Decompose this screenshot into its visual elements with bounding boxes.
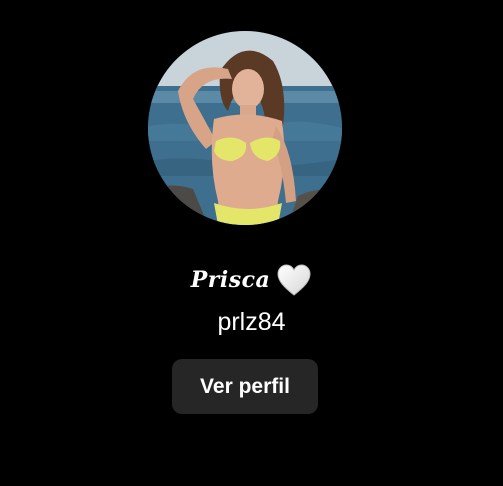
white-heart-icon	[276, 263, 312, 297]
profile-avatar[interactable]	[148, 31, 342, 225]
username: prlz84	[217, 308, 286, 336]
avatar-photo	[148, 31, 342, 225]
display-name: Prisca	[190, 267, 271, 293]
view-profile-button[interactable]: Ver perfil	[172, 359, 318, 414]
display-name-row: Prisca	[0, 262, 503, 298]
